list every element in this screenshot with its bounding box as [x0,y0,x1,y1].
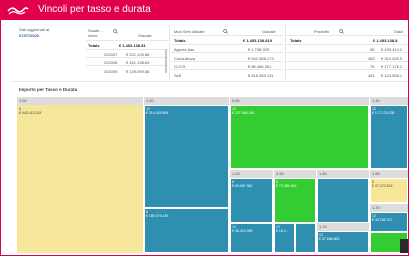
col-header-giacale[interactable]: Giacale [262,29,276,34]
treemap-tile[interactable] [295,223,316,253]
treemap-tile[interactable]: 12 € 314.426.584 [144,105,229,208]
treemap-tile[interactable]: 6 € 72.385.816 [274,178,316,223]
treemap-group-header[interactable]: 1.40 [370,97,408,105]
col-header-prodotto[interactable]: Prodotto [314,29,329,34]
totals-label: Totals [174,38,186,43]
treemap-group-header[interactable]: 1.80 [317,170,369,178]
totals-value: € 1.453.138.81 [119,43,146,48]
treemap-group-header[interactable]: 1.20 [144,97,229,105]
treemap-title: Importo per Tasso e Durata [19,87,78,92]
app-window: Vincoli per tasso e durata Dati aggiorna… [0,0,409,256]
table-row-value: € 139.059.88 [126,69,150,74]
treemap-tile[interactable]: 6 € 63.487.382 [230,178,273,223]
treemap-tile[interactable]: 12 € 16.4... [274,223,295,253]
search-icon[interactable] [223,29,228,34]
title-bar: Vincoli per tasso e durata [1,1,408,20]
col-header-giaci[interactable]: Giaci [394,29,403,34]
treemap-group-header[interactable]: 1.80 [370,170,408,178]
treemap-group-header[interactable]: 1.00 [230,170,273,178]
table-row-value: € 818.359.131 [248,73,274,78]
app-title: Vincoli per tasso e durata [38,4,151,15]
treemap-group-header[interactable]: 1.10 [317,223,369,231]
treemap-group-header[interactable]: 0.50 [274,170,316,178]
totals-label: Totals [290,38,302,43]
treemap-tile[interactable]: 12 € 38.415.398 [230,223,273,253]
treemap-tile[interactable]: 12 € 177.176.238 [370,105,408,169]
col-header-mod-serv[interactable]: Mod Serv Attuale [174,29,204,34]
treemap-tile[interactable]: 6 € 37.272.818 [370,178,408,203]
treemap-tile[interactable]: 12 € 37.566.863 [317,231,369,253]
treemap-tile[interactable]: 6 € 189.076.149 [144,208,229,253]
treemap-tile[interactable]: 6 € 443.413.219 [17,105,143,253]
search-icon[interactable] [113,29,118,34]
updated-label: Dati aggiornati al: [19,27,51,32]
treemap-tile[interactable] [317,178,369,223]
scrollbar[interactable] [165,49,167,73]
table-row-name: Self [174,73,181,78]
table-row-code: 481 [368,73,375,78]
search-icon[interactable] [339,29,344,34]
treemap-tile[interactable]: 12 € 137.486.245 [230,105,369,169]
treemap-group-header[interactable]: 1.30 [370,204,408,212]
totals-label: Totals [88,43,100,48]
col-header-giacale[interactable]: Giacale [138,33,152,38]
treemap-tile[interactable]: 12 € 33.765.767 [370,212,408,232]
updated-date: 07/07/2020 [19,33,40,38]
treemap-group-header[interactable]: 0.80 [230,97,369,105]
totals-value: € 1.453.138.819 [243,38,272,43]
table-row-code: 202009 [104,69,118,74]
col-header-anno[interactable]: Anno [88,33,97,38]
table-row-value: € 123.065.1 [381,73,403,78]
treemap-tile[interactable] [400,239,408,253]
logo-icon [7,7,29,15]
treemap-group-header[interactable]: 1.50 [17,97,143,105]
totals-value: € 1.453.138.8 [373,38,398,43]
